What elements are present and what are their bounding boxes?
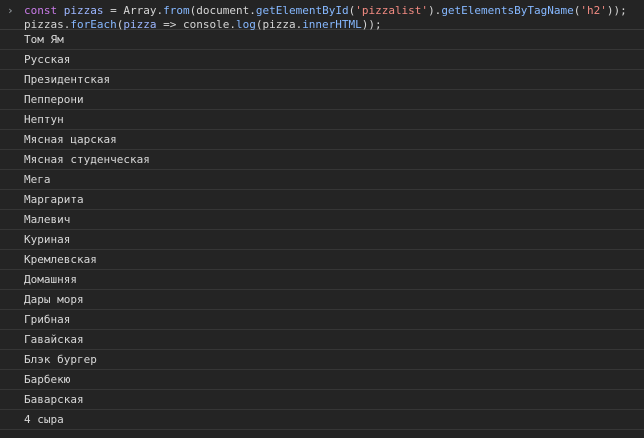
code-param: pizza bbox=[123, 18, 157, 31]
console-log-row[interactable]: Блэк бургер bbox=[0, 350, 644, 370]
console-log-row[interactable]: Барбекю bbox=[0, 370, 644, 390]
code-token: pizzas. bbox=[24, 18, 71, 31]
code-line-1: const pizzas = Array.from(document.getEl… bbox=[24, 4, 638, 18]
console-log-row[interactable]: Русская bbox=[0, 50, 644, 70]
code-string: 'pizzalist' bbox=[355, 4, 429, 17]
code-token: (pizza. bbox=[255, 18, 303, 31]
code-method: getElementsByTagName bbox=[441, 4, 574, 17]
code-token: = bbox=[103, 4, 124, 17]
console-log-row[interactable]: Домашняя bbox=[0, 270, 644, 290]
code-string: 'h2' bbox=[580, 4, 607, 17]
console-input-entry[interactable]: › const pizzas = Array.from(document.get… bbox=[0, 0, 644, 32]
code-token: ). bbox=[428, 4, 442, 17]
console-log-row[interactable]: Баварская bbox=[0, 390, 644, 410]
console-log-row[interactable]: Малевич bbox=[0, 210, 644, 230]
code-token: Array. bbox=[123, 4, 164, 17]
console-log-row[interactable]: Президентская bbox=[0, 70, 644, 90]
console-log-row[interactable]: 4 сыра bbox=[0, 410, 644, 430]
code-token: => console. bbox=[156, 18, 236, 31]
code-method: log bbox=[235, 18, 256, 31]
console-log-row[interactable]: Гавайская bbox=[0, 330, 644, 350]
console-log-row[interactable]: Мясная царская bbox=[0, 130, 644, 150]
console-log-row[interactable]: Куриная bbox=[0, 230, 644, 250]
console-log-row[interactable]: Мясная студенческая bbox=[0, 150, 644, 170]
code-line-2: pizzas.forEach(pizza => console.log(pizz… bbox=[24, 18, 638, 32]
code-token: (document. bbox=[189, 4, 256, 17]
console-log-row[interactable]: Грибная bbox=[0, 310, 644, 330]
code-method: forEach bbox=[70, 18, 117, 31]
code-method: from bbox=[163, 4, 190, 17]
devtools-console: › const pizzas = Array.from(document.get… bbox=[0, 0, 644, 438]
keyword-const: const bbox=[24, 4, 58, 17]
console-log-row[interactable]: Кремлевская bbox=[0, 250, 644, 270]
prompt-chevron-icon: › bbox=[7, 4, 14, 17]
variable-pizzas: pizzas bbox=[63, 4, 104, 17]
code-token: )); bbox=[606, 4, 627, 17]
console-log-row[interactable]: Нептун bbox=[0, 110, 644, 130]
code-property: innerHTML bbox=[302, 18, 362, 31]
console-log-row[interactable]: Том Ям bbox=[0, 30, 644, 50]
console-log-row[interactable]: Мега bbox=[0, 170, 644, 190]
code-method: getElementById bbox=[255, 4, 349, 17]
code-token: )); bbox=[361, 18, 382, 31]
console-log-row[interactable]: Пепперони bbox=[0, 90, 644, 110]
console-log-row[interactable]: Дары моря bbox=[0, 290, 644, 310]
console-log-row[interactable]: Маргарита bbox=[0, 190, 644, 210]
